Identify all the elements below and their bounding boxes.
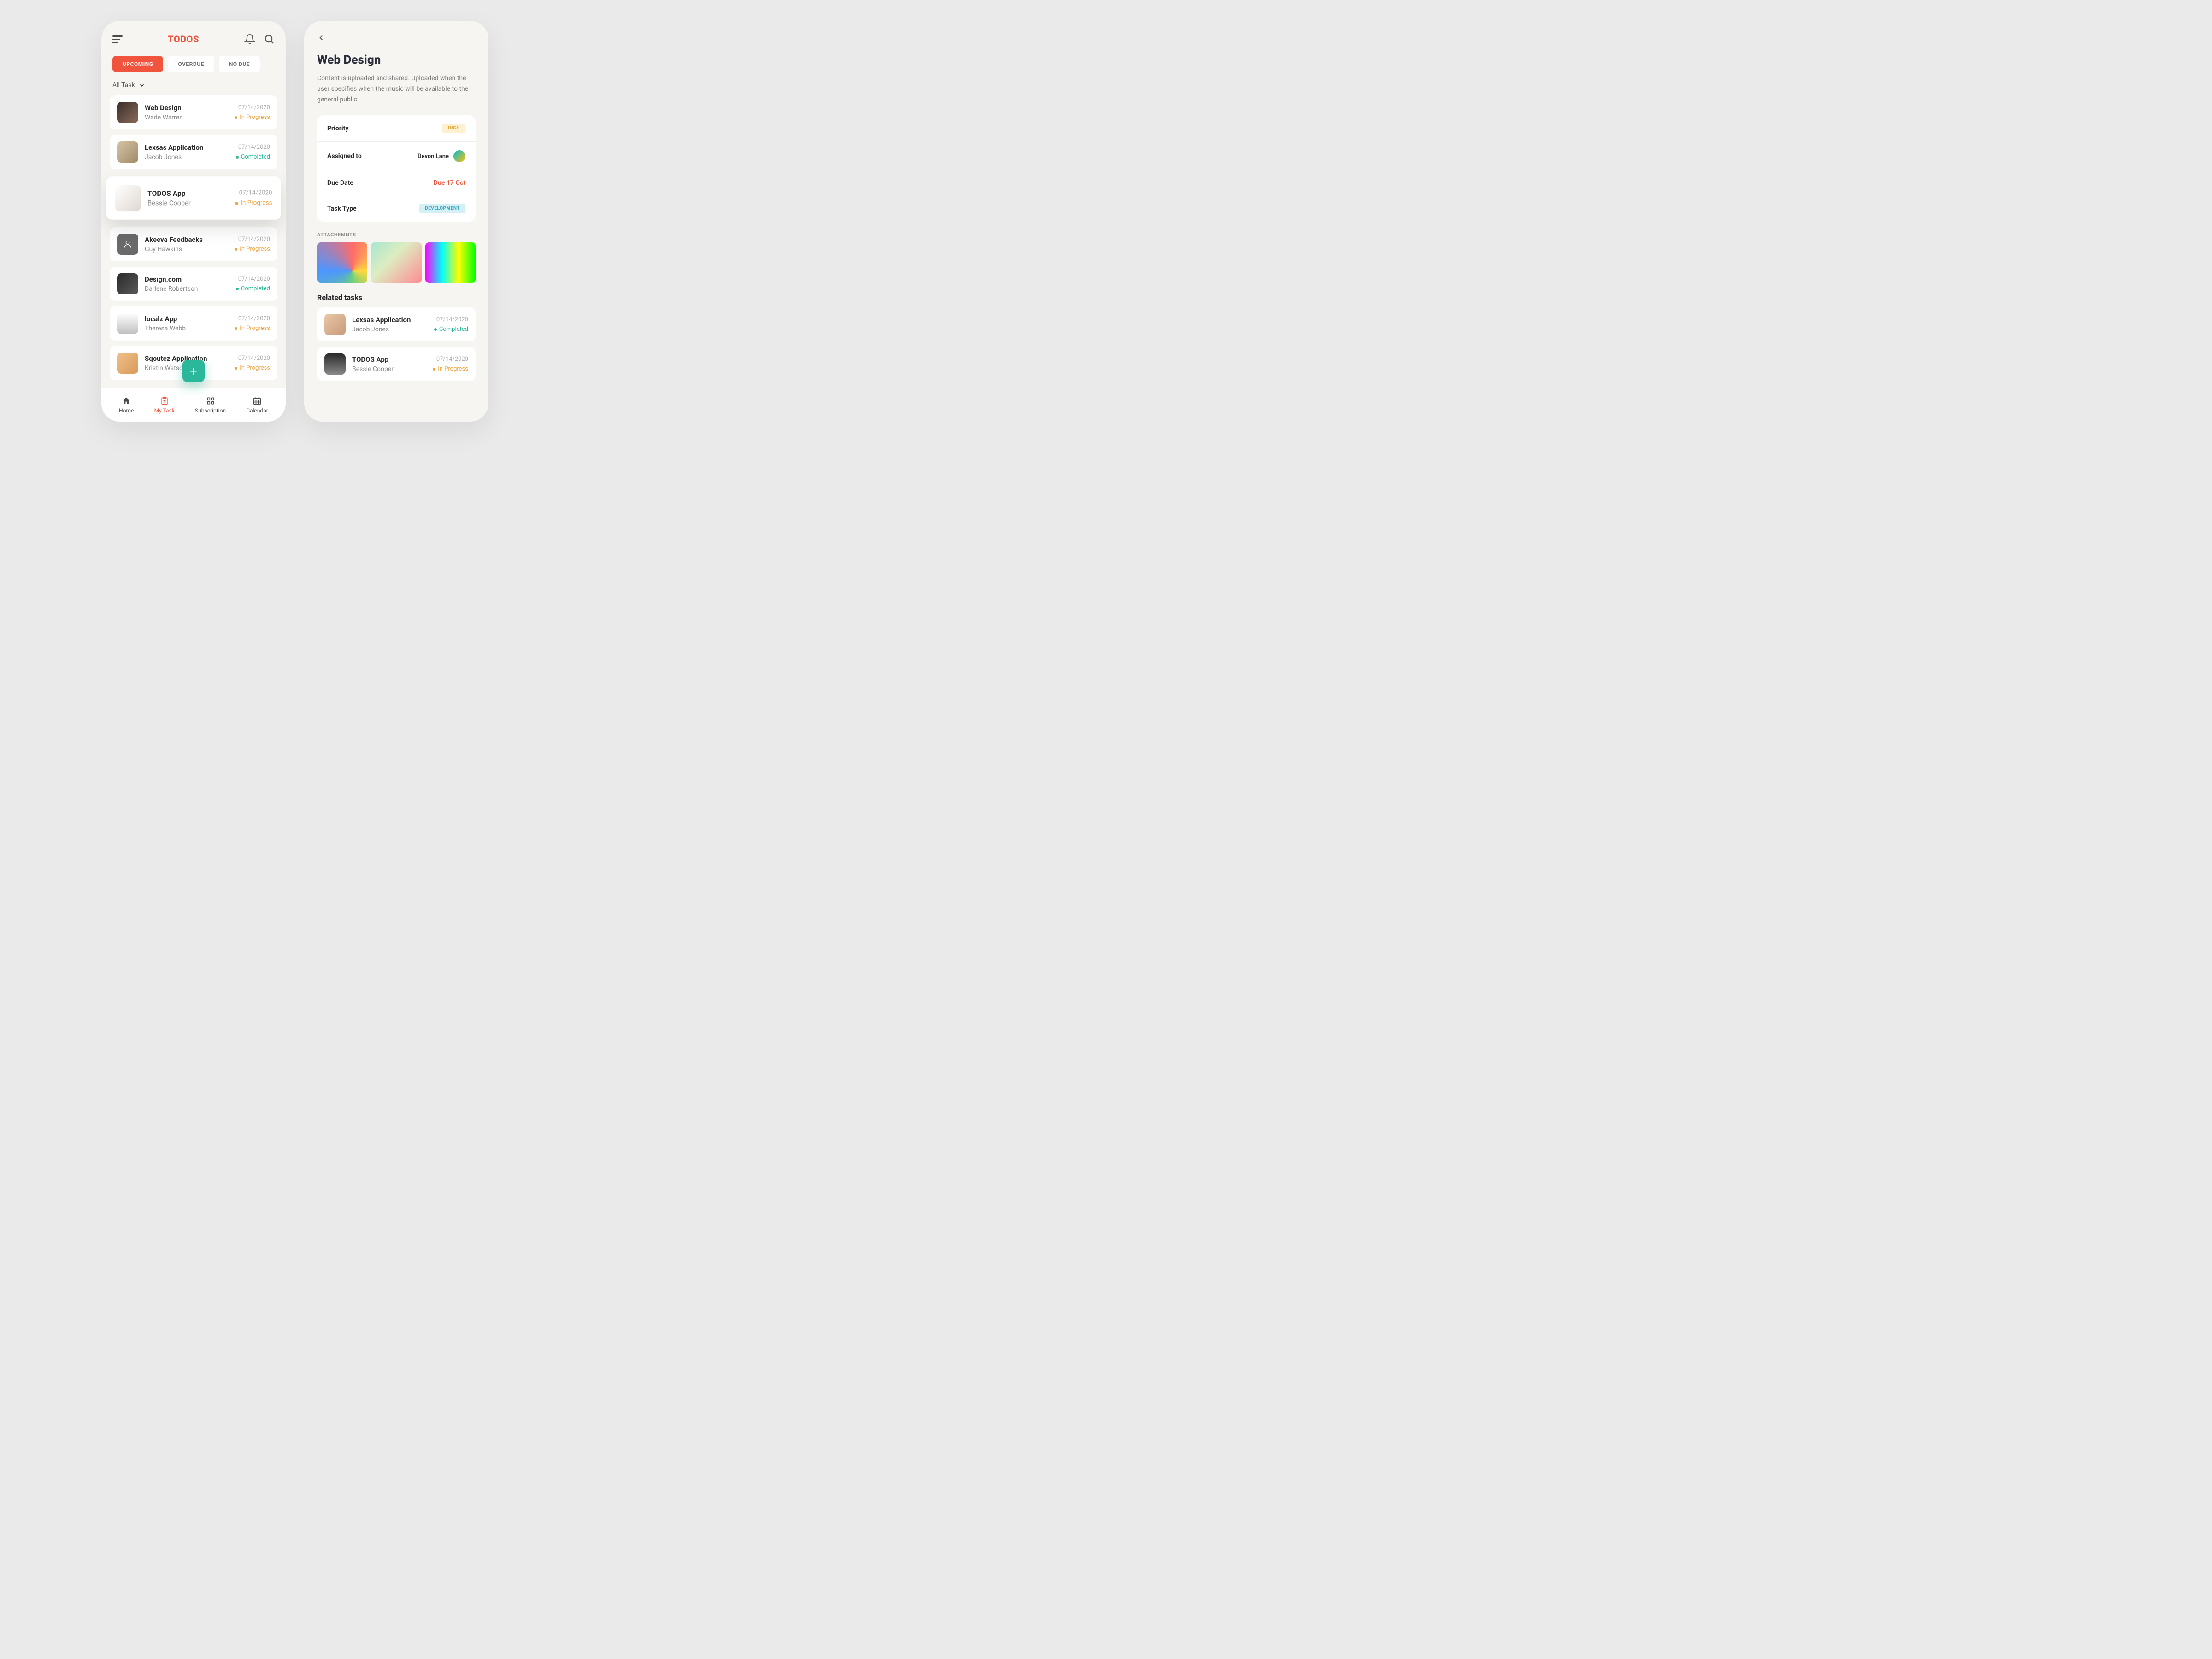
- attachment-thumbnail[interactable]: [371, 242, 421, 283]
- related-task-card[interactable]: Lexsas Application Jacob Jones 07/14/2020…: [317, 307, 476, 341]
- app-title: TODOS: [168, 34, 199, 45]
- tab-overdue[interactable]: OVERDUE: [168, 56, 214, 72]
- task-author: Jacob Jones: [352, 326, 428, 333]
- nav-mytask[interactable]: My Task: [154, 396, 175, 414]
- related-task-card[interactable]: TODOS AppBessie Cooper 07/14/2020 In Prog…: [317, 347, 476, 381]
- grid-icon: [206, 396, 215, 406]
- status-badge: In Progress: [235, 200, 272, 207]
- task-date: 07/14/2020: [436, 356, 468, 363]
- nav-home[interactable]: Home: [119, 396, 134, 414]
- task-date: 07/14/2020: [238, 104, 270, 111]
- task-title: localz App: [145, 315, 228, 323]
- task-author: Theresa Webb: [145, 325, 228, 332]
- task-list: Web Design Wade Warren 07/14/2020 In Progr…: [101, 95, 286, 380]
- home-icon: [122, 396, 131, 406]
- avatar: [117, 353, 138, 374]
- task-title: Lexsas Application: [145, 143, 229, 152]
- back-button[interactable]: [304, 21, 488, 49]
- task-detail-screen: Web Design Content is uploaded and share…: [304, 21, 488, 422]
- bell-icon[interactable]: [244, 34, 255, 45]
- avatar: [324, 353, 346, 375]
- avatar: [117, 234, 138, 255]
- header: TODOS: [101, 21, 286, 53]
- task-author: Bessie Cooper: [352, 365, 426, 373]
- detail-card: Priority HIGH Assigned to Devon Lane Due…: [317, 115, 476, 222]
- task-title: Lexsas Application: [352, 316, 428, 324]
- task-author: Wade Warren: [145, 114, 228, 121]
- status-badge: Completed: [236, 153, 270, 160]
- nav-calendar[interactable]: Calendar: [246, 396, 268, 414]
- task-card[interactable]: Lexsas ApplicationJacob Jones 07/14/2020…: [110, 135, 277, 169]
- search-icon[interactable]: [264, 34, 275, 45]
- task-author: Darlene Robertson: [145, 285, 229, 293]
- detail-title: Web Design: [317, 53, 476, 67]
- clipboard-icon: [160, 396, 169, 406]
- calendar-icon: [253, 396, 262, 406]
- due-date-value: Due 17 Oct: [434, 179, 465, 187]
- filter-label: All Task: [112, 82, 135, 89]
- task-title: TODOS App: [147, 189, 229, 198]
- task-date: 07/14/2020: [239, 189, 272, 197]
- nav-subscription[interactable]: Subscription: [195, 396, 226, 414]
- attachment-thumbnail[interactable]: [317, 242, 367, 283]
- task-list-screen: TODOS UPCOMING OVERDUE NO DUE All Task W: [101, 21, 286, 422]
- assigned-row: Assigned to Devon Lane: [317, 142, 476, 171]
- assignee: Devon Lane: [418, 150, 465, 162]
- task-title: Akeeva Feedbacks: [145, 235, 228, 244]
- status-badge: In Progress: [235, 365, 270, 371]
- chevron-down-icon: [139, 82, 145, 88]
- status-badge: Completed: [434, 326, 468, 333]
- attachments-row: [317, 242, 476, 283]
- avatar: [117, 141, 138, 163]
- task-date: 07/14/2020: [436, 316, 468, 323]
- attachments-label: ATTACHEMNTS: [317, 232, 476, 238]
- menu-icon[interactable]: [112, 35, 123, 43]
- bottom-navbar: Home My Task Subscription Calendar: [101, 388, 286, 422]
- task-card[interactable]: localz App Theresa Webb 07/14/2020 In Prog…: [110, 306, 277, 341]
- priority-row: Priority HIGH: [317, 115, 476, 142]
- priority-badge: HIGH: [442, 124, 465, 133]
- task-card[interactable]: Design.com Darlene Robertson 07/14/2020 Co…: [110, 267, 277, 301]
- detail-description: Content is uploaded and shared. Uploaded…: [317, 73, 476, 105]
- tab-nodue[interactable]: NO DUE: [219, 56, 260, 72]
- task-card[interactable]: Akeeva Feedbacks Guy Hawkins 07/14/2020 In…: [110, 227, 277, 261]
- due-date-row: Due Date Due 17 Oct: [317, 171, 476, 195]
- add-task-button[interactable]: +: [182, 360, 205, 382]
- assignee-avatar: [453, 150, 465, 162]
- filter-tabs: UPCOMING OVERDUE NO DUE: [101, 53, 286, 81]
- task-type-row: Task Type DEVELOPMENT: [317, 195, 476, 222]
- filter-dropdown[interactable]: All Task: [101, 81, 286, 95]
- header-actions: [244, 34, 275, 45]
- related-label: Related tasks: [317, 293, 476, 302]
- chevron-left-icon: [317, 34, 325, 42]
- avatar: [117, 102, 138, 123]
- avatar: [117, 313, 138, 334]
- status-badge: In Progress: [235, 325, 270, 332]
- status-badge: In Progress: [433, 365, 468, 372]
- task-title: Design.com: [145, 275, 229, 283]
- task-date: 07/14/2020: [238, 236, 270, 243]
- related-list: Lexsas Application Jacob Jones 07/14/2020…: [317, 307, 476, 381]
- task-date: 07/14/2020: [238, 315, 270, 322]
- task-card[interactable]: Web Design Wade Warren 07/14/2020 In Progr…: [110, 95, 277, 129]
- status-badge: Completed: [236, 285, 270, 292]
- task-card-selected[interactable]: TODOS App Bessie Cooper 07/14/2020 In Prog…: [106, 176, 281, 220]
- avatar: [115, 185, 141, 211]
- task-author: Guy Hawkins: [145, 246, 228, 253]
- task-date: 07/14/2020: [238, 355, 270, 362]
- task-date: 07/14/2020: [238, 144, 270, 151]
- attachment-thumbnail[interactable]: [425, 242, 476, 283]
- task-title: Web Design: [145, 104, 228, 112]
- status-badge: In Progress: [235, 114, 270, 121]
- task-type-badge: DEVELOPMENT: [419, 204, 465, 213]
- task-title: TODOS App: [352, 355, 426, 364]
- task-date: 07/14/2020: [238, 276, 270, 282]
- tab-upcoming[interactable]: UPCOMING: [112, 56, 163, 72]
- task-author: Bessie Cooper: [147, 200, 229, 207]
- avatar: [117, 273, 138, 294]
- avatar: [324, 314, 346, 335]
- status-badge: In Progress: [235, 246, 270, 253]
- task-author: Jacob Jones: [145, 153, 229, 161]
